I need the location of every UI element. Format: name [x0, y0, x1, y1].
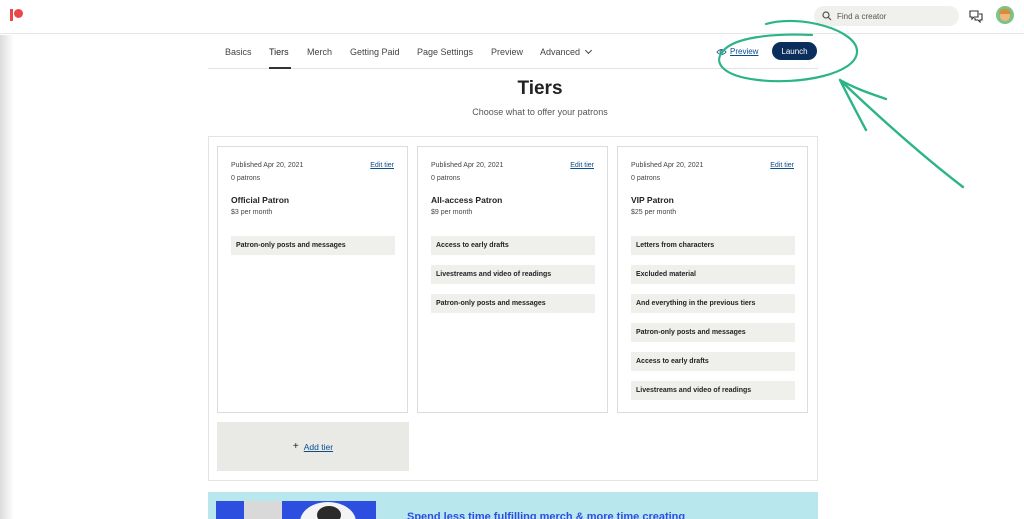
tier-published-date: Published Apr 20, 2021 — [431, 162, 504, 169]
tier-name: Official Patron — [231, 195, 290, 205]
tier-published-date: Published Apr 20, 2021 — [231, 162, 304, 169]
tier-benefit: Patron-only posts and messages — [231, 236, 395, 255]
preview-link-label: Preview — [730, 47, 759, 56]
tier-benefit: Access to early drafts — [431, 236, 595, 255]
tier-benefit: Livestreams and video of readings — [431, 265, 595, 284]
tier-name: All-access Patron — [431, 195, 503, 205]
tier-benefit: Letters from characters — [631, 236, 795, 255]
tier-benefit: And everything in the previous tiers — [631, 294, 795, 313]
avatar[interactable] — [996, 6, 1014, 24]
tier-patron-count: 0 patrons — [631, 175, 661, 182]
page-subtitle: Choose what to offer your patrons — [472, 107, 608, 117]
tier-patron-count: 0 patrons — [231, 175, 261, 182]
messages-icon[interactable] — [969, 9, 983, 23]
search-icon — [822, 11, 832, 21]
page-title: Tiers — [517, 78, 563, 99]
search-box[interactable] — [814, 6, 959, 26]
tier-card-all-access-patron: Published Apr 20, 2021 Edit tier 0 patro… — [417, 146, 608, 413]
tier-benefit: Patron-only posts and messages — [631, 323, 795, 342]
banner-image — [216, 501, 244, 519]
tier-price: $25 per month — [631, 209, 677, 216]
promo-banner[interactable]: Spend less time fulfilling merch & more … — [208, 492, 818, 519]
top-bar — [0, 0, 1024, 34]
tier-patron-count: 0 patrons — [431, 175, 461, 182]
tab-page-settings[interactable]: Page Settings — [417, 47, 473, 57]
tier-benefit: Livestreams and video of readings — [631, 381, 795, 400]
tab-getting-paid[interactable]: Getting Paid — [350, 47, 400, 57]
launch-button[interactable]: Launch — [772, 42, 817, 60]
tier-name: VIP Patron — [631, 195, 674, 205]
tier-published-date: Published Apr 20, 2021 — [631, 162, 704, 169]
add-tier-label: Add tier — [303, 441, 334, 452]
banner-image-person — [317, 506, 341, 519]
tier-price: $9 per month — [431, 209, 473, 216]
tab-tiers[interactable]: Tiers — [269, 47, 289, 57]
tier-card-official-patron: Published Apr 20, 2021 Edit tier 0 patro… — [217, 146, 408, 413]
edit-tier-link[interactable]: Edit tier — [370, 162, 394, 169]
banner-image-grey — [244, 501, 282, 519]
tier-benefit: Access to early drafts — [631, 352, 795, 371]
active-tab-indicator — [269, 67, 291, 69]
search-input[interactable] — [837, 11, 947, 21]
tab-basics[interactable]: Basics — [225, 47, 252, 57]
tier-benefit: Patron-only posts and messages — [431, 294, 595, 313]
chevron-down-icon — [584, 46, 593, 55]
tier-price: $3 per month — [231, 209, 273, 216]
tier-benefit: Excluded material — [631, 265, 795, 284]
tab-preview[interactable]: Preview — [491, 47, 523, 57]
left-edge-shadow — [0, 35, 14, 519]
patreon-logo-icon[interactable] — [10, 9, 23, 21]
add-tier-button[interactable]: + Add tier — [217, 422, 409, 471]
banner-headline: Spend less time fulfilling merch & more … — [407, 511, 686, 519]
preview-link[interactable]: Preview — [716, 47, 758, 56]
tier-card-vip-patron: Published Apr 20, 2021 Edit tier 0 patro… — [617, 146, 808, 413]
edit-tier-link[interactable]: Edit tier — [570, 162, 594, 169]
tab-advanced[interactable]: Advanced — [540, 46, 593, 57]
eye-icon — [716, 48, 727, 55]
tab-merch[interactable]: Merch — [307, 47, 332, 57]
edit-tier-link[interactable]: Edit tier — [770, 162, 794, 169]
tab-advanced-label: Advanced — [540, 47, 581, 57]
plus-icon: + — [292, 441, 299, 452]
